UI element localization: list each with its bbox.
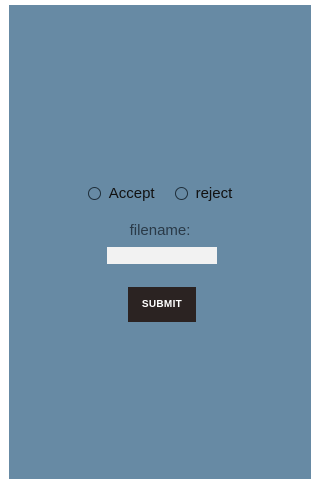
- accept-radio-button[interactable]: [87, 186, 101, 200]
- submit-button[interactable]: SUBMIT: [128, 287, 196, 322]
- filename-input[interactable]: [107, 247, 217, 264]
- accept-label: Accept: [108, 184, 155, 202]
- reject-label: reject: [195, 184, 233, 202]
- choice-group: Accept reject: [9, 183, 311, 203]
- filename-label: filename:: [129, 222, 191, 239]
- app-screen: Accept reject filename: SUBMIT: [9, 5, 311, 479]
- reject-radio-button[interactable]: [174, 186, 188, 200]
- reject-option[interactable]: reject: [174, 184, 233, 202]
- accept-option[interactable]: Accept: [87, 184, 155, 202]
